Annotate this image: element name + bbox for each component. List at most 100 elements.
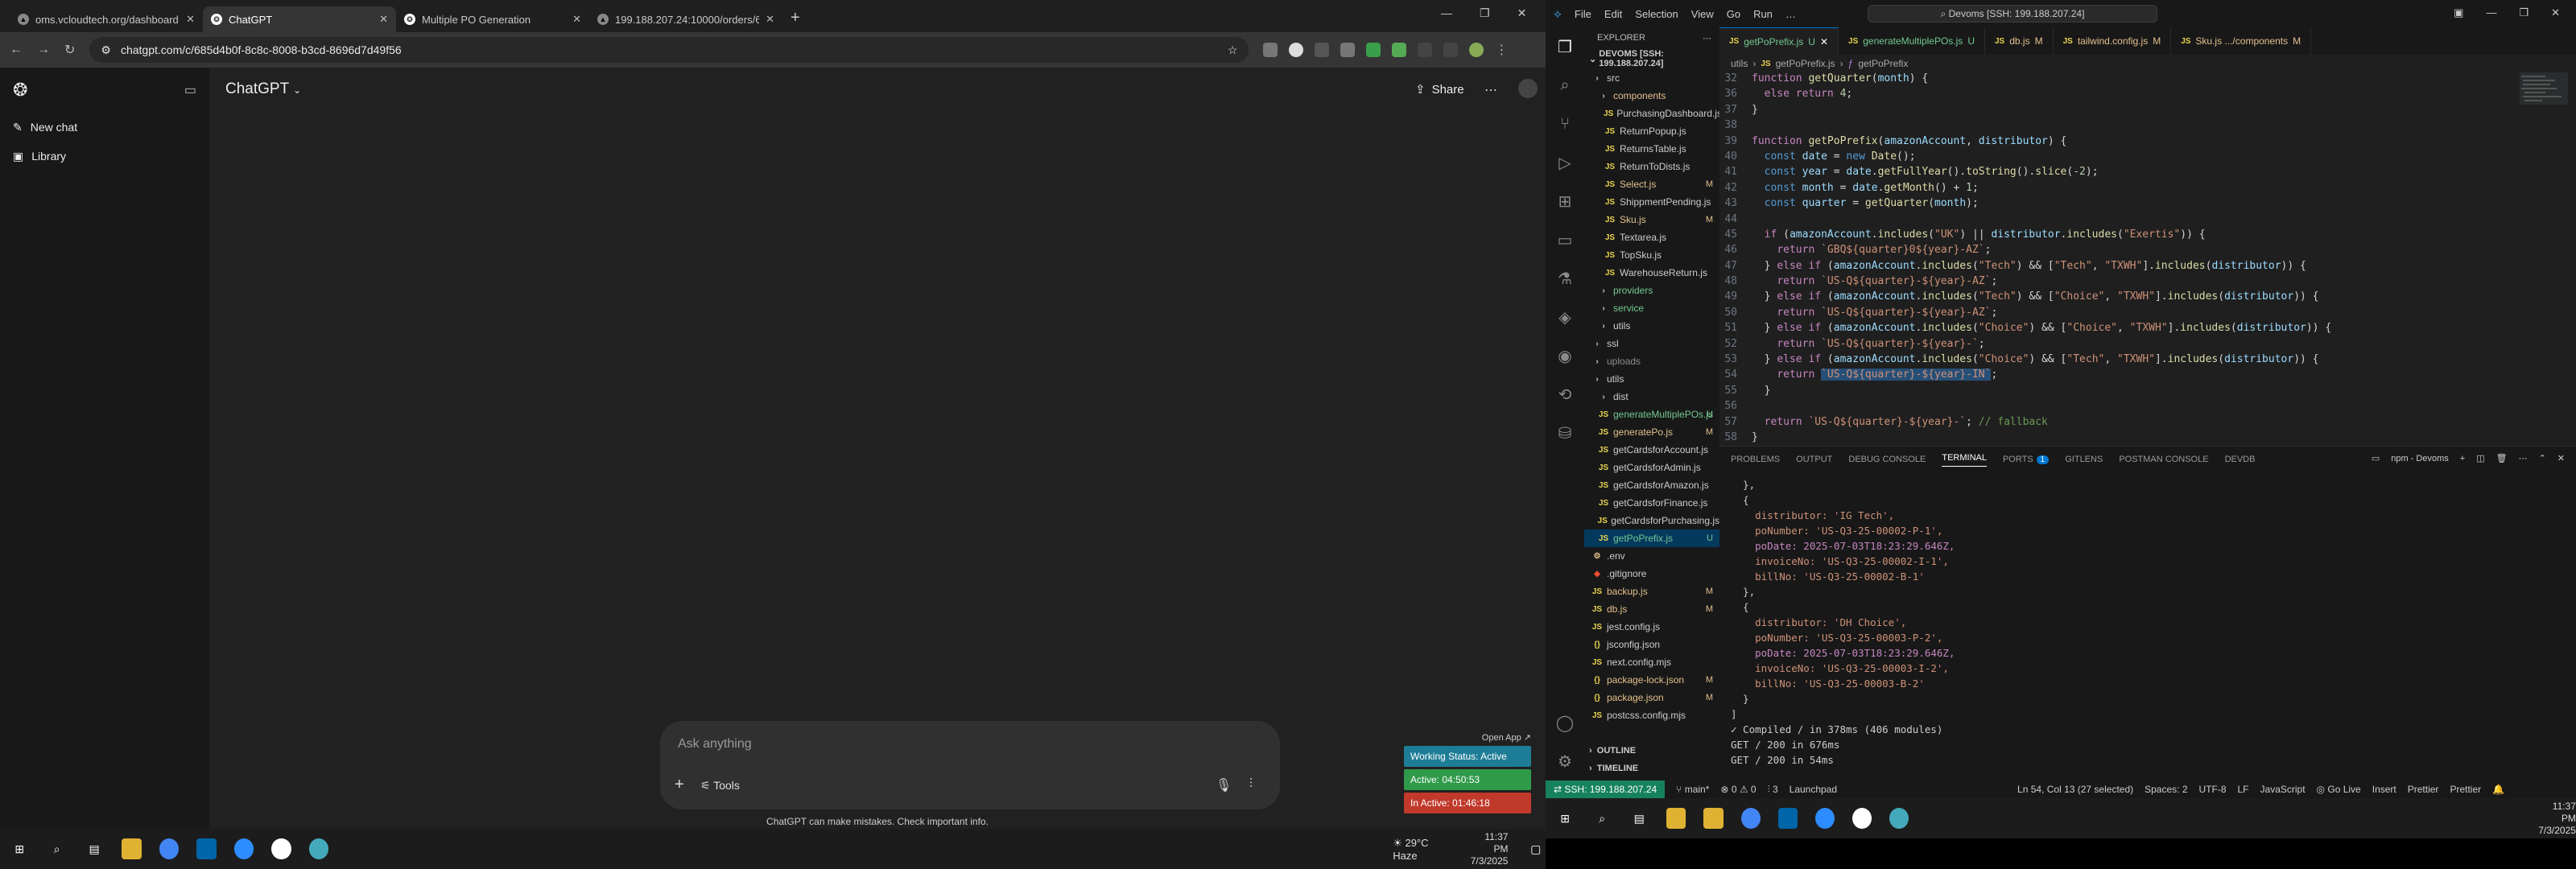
- menu-selection[interactable]: Selection: [1635, 8, 1678, 20]
- sidebar-item-new-chat[interactable]: ✎ New chat: [0, 113, 209, 142]
- attach-plus-icon[interactable]: +: [675, 776, 684, 794]
- editor-tab[interactable]: JS Sku.js .../components M: [2171, 27, 2312, 55]
- site-info-icon[interactable]: ⚙: [101, 43, 111, 57]
- browser-tab-active[interactable]: ❂ ChatGPT ✕: [203, 6, 396, 32]
- panel-tab-terminal[interactable]: TERMINAL: [1942, 453, 1987, 467]
- close-tab-icon[interactable]: ✕: [1820, 36, 1828, 47]
- app-icon[interactable]: [271, 838, 291, 859]
- profile-avatar[interactable]: [1469, 43, 1484, 57]
- panel-tab-problems[interactable]: PROBLEMS: [1731, 455, 1780, 464]
- folder-item[interactable]: › utils: [1584, 370, 1719, 388]
- editor-tab[interactable]: JS tailwind.config.js M: [2054, 27, 2172, 55]
- command-center-search[interactable]: ⌕ Devoms [SSH: 199.188.207.24]: [1868, 5, 2157, 23]
- address-bar[interactable]: ⚙ chatgpt.com/c/685d4b0f-8c8c-8008-b3cd-…: [89, 37, 1249, 63]
- indentation[interactable]: Spaces: 2: [2145, 784, 2187, 795]
- timeline-section[interactable]: › TIMELINE: [1584, 760, 1719, 777]
- gitlens-icon[interactable]: ◈: [1546, 298, 1584, 336]
- search-icon[interactable]: ⌕: [1546, 66, 1584, 105]
- model-selector[interactable]: ChatGPT ⌄: [225, 80, 301, 98]
- panel-tab-output[interactable]: OUTPUT: [1796, 455, 1832, 464]
- file-item[interactable]: JS getCardsforAdmin.js: [1584, 459, 1719, 476]
- menu-kebab-icon[interactable]: ⋮: [1495, 42, 1508, 58]
- file-explorer-icon[interactable]: [122, 838, 142, 859]
- line-ending[interactable]: LF: [2238, 784, 2249, 795]
- app-icon[interactable]: [1889, 808, 1909, 829]
- close-tab-icon[interactable]: ✕: [766, 13, 774, 26]
- breadcrumb-item[interactable]: getPoPrefix: [1858, 58, 1908, 69]
- menu-file[interactable]: File: [1575, 8, 1591, 20]
- search-icon[interactable]: ⌕: [1592, 808, 1612, 829]
- source-control-icon[interactable]: ⑂: [1546, 105, 1584, 143]
- notifications-bell-icon[interactable]: 🔔: [2492, 784, 2504, 795]
- back-icon[interactable]: ←: [10, 43, 23, 57]
- minimize-icon[interactable]: —: [2486, 6, 2496, 19]
- task-view-icon[interactable]: ▤: [1629, 808, 1649, 829]
- file-item[interactable]: JS generatePo.js M: [1584, 423, 1719, 441]
- panel-tab-gitlens[interactable]: GITLENS: [2065, 455, 2103, 464]
- panel-tab-postman-console[interactable]: POSTMAN CONSOLE: [2119, 455, 2208, 464]
- workspace-header[interactable]: ⌄ DEVOMS [SSH: 199.188.207.24]: [1584, 48, 1719, 69]
- reload-icon[interactable]: ↻: [64, 42, 75, 58]
- remote-indicator[interactable]: ⇄ SSH: 199.188.207.24: [1546, 780, 1666, 798]
- accounts-icon[interactable]: ◯: [1546, 703, 1584, 742]
- browser-tab[interactable]: ❂ Multiple PO Generation ✕: [396, 6, 589, 32]
- file-item[interactable]: JS WarehouseReturn.js: [1584, 264, 1719, 282]
- folder-item[interactable]: › src: [1584, 69, 1719, 87]
- menu-run[interactable]: Run: [1753, 8, 1773, 20]
- menu-view[interactable]: View: [1691, 8, 1714, 20]
- close-tab-icon[interactable]: ✕: [186, 13, 195, 26]
- file-item[interactable]: JS jest.config.js: [1584, 618, 1719, 636]
- outline-section[interactable]: › OUTLINE: [1584, 742, 1719, 760]
- vscode-icon[interactable]: [196, 838, 217, 859]
- file-item[interactable]: ◆ .gitignore: [1584, 565, 1719, 583]
- file-item[interactable]: JS Textarea.js: [1584, 229, 1719, 246]
- prettier-status[interactable]: Prettier: [2408, 784, 2439, 795]
- insert-mode[interactable]: Insert: [2372, 784, 2396, 795]
- voice-mode-icon[interactable]: ⫶: [1249, 777, 1253, 792]
- terminal-output[interactable]: }, { distributor: 'IG Tech', poNumber: '…: [1731, 479, 2568, 769]
- kill-terminal-icon[interactable]: 🗑: [2496, 453, 2508, 463]
- windows-start-icon[interactable]: ⊞: [10, 838, 29, 859]
- file-item[interactable]: JS PurchasingDashboard.js: [1584, 105, 1719, 122]
- layout-icon[interactable]: ▣: [2454, 6, 2463, 19]
- file-item[interactable]: JS db.js M: [1584, 600, 1719, 618]
- search-icon[interactable]: ⌕: [47, 838, 66, 859]
- file-item[interactable]: JS backup.js M: [1584, 583, 1719, 600]
- prettier-status[interactable]: Prettier: [2450, 784, 2481, 795]
- file-item[interactable]: JS ShippmentPending.js: [1584, 193, 1719, 211]
- panel-tab-debug-console[interactable]: DEBUG CONSOLE: [1848, 455, 1926, 464]
- breadcrumb-item[interactable]: utils: [1731, 58, 1748, 69]
- file-item[interactable]: JS generateMultiplePOs.js U: [1584, 406, 1719, 423]
- settings-gear-icon[interactable]: ⚙: [1546, 742, 1584, 780]
- file-item[interactable]: JS getPoPrefix.js U: [1584, 529, 1719, 547]
- file-item[interactable]: {} jsconfig.json: [1584, 636, 1719, 653]
- sidebar-item-library[interactable]: ▣ Library: [0, 142, 209, 171]
- editor-tab[interactable]: JS db.js M: [1985, 27, 2054, 55]
- new-tab-button[interactable]: +: [791, 9, 800, 27]
- menu-edit[interactable]: Edit: [1604, 8, 1622, 20]
- menu-more[interactable]: …: [1785, 8, 1796, 20]
- microphone-icon[interactable]: 🎙: [1216, 777, 1232, 793]
- file-item[interactable]: JS ReturnPopup.js: [1584, 122, 1719, 140]
- file-item[interactable]: JS ReturnToDists.js: [1584, 158, 1719, 175]
- zoom-icon[interactable]: [233, 838, 254, 859]
- open-app-link[interactable]: Open App ↗: [1404, 732, 1531, 743]
- file-item[interactable]: JS next.config.mjs: [1584, 653, 1719, 671]
- clock[interactable]: 11:37 PM 7/3/2025: [1470, 831, 1509, 867]
- explorer-icon[interactable]: ❐: [1546, 27, 1584, 66]
- menu-go[interactable]: Go: [1727, 8, 1740, 20]
- breadcrumb-item[interactable]: getPoPrefix.js: [1776, 58, 1835, 69]
- language-mode[interactable]: JavaScript: [2260, 784, 2306, 795]
- go-live-button[interactable]: ◎ Go Live: [2317, 784, 2361, 795]
- folder-item[interactable]: › service: [1584, 299, 1719, 317]
- launchpad-indicator[interactable]: Launchpad: [1790, 784, 1837, 795]
- more-options-icon[interactable]: ⋯: [1484, 82, 1497, 98]
- puzzle-icon[interactable]: [1418, 43, 1433, 57]
- zoom-icon[interactable]: [1814, 808, 1835, 829]
- extension-icon[interactable]: [1392, 43, 1407, 57]
- folder-item[interactable]: › dist: [1584, 388, 1719, 406]
- ports-indicator[interactable]: ⫶ 3: [1768, 784, 1778, 796]
- extension-icon[interactable]: [1366, 43, 1381, 57]
- extension-icon[interactable]: [1289, 43, 1304, 57]
- postman-icon[interactable]: ◉: [1546, 336, 1584, 375]
